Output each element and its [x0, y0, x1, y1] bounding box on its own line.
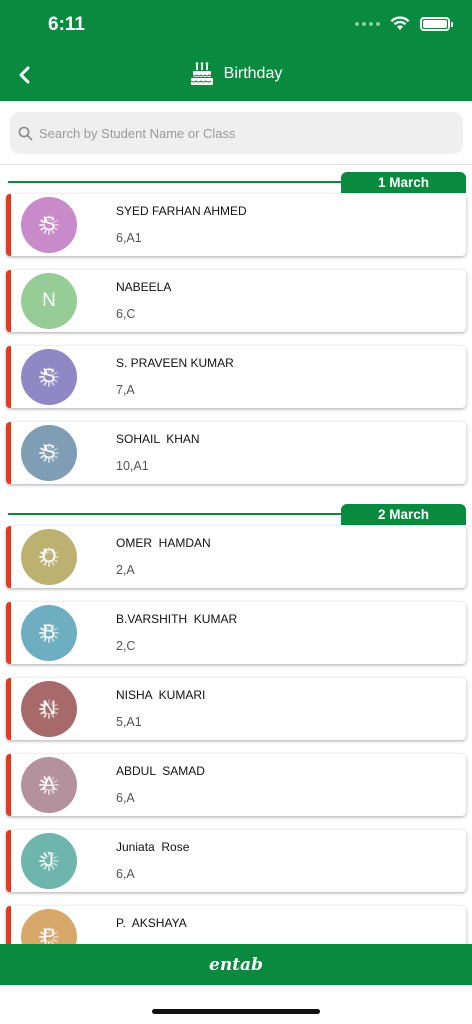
student-class: 10,A1 — [116, 459, 149, 473]
birthday-cake-icon — [190, 62, 213, 85]
student-class: 6,A — [116, 867, 135, 881]
student-card[interactable]: N NABEELA 6,C — [6, 270, 466, 332]
student-card[interactable]: P P. AKSHAYA 9,B — [6, 906, 466, 944]
student-name: OMER HAMDAN — [116, 536, 211, 550]
date-section-header: 2 March — [0, 498, 472, 526]
avatar-initial: S — [42, 366, 56, 387]
student-card[interactable]: B B.VARSHITH KUMAR 2,C — [6, 602, 466, 664]
student-name: S. PRAVEEN KUMAR — [116, 356, 234, 370]
student-card[interactable]: A ABDUL SAMAD 6,A — [6, 754, 466, 816]
student-name: SYED FARHAN AHMED — [116, 204, 247, 218]
footer-bar: entab — [0, 944, 472, 985]
student-card[interactable]: N NISHA KUMARI 5,A1 — [6, 678, 466, 740]
search-area — [0, 101, 472, 165]
entab-logo: entab — [209, 954, 263, 975]
cellular-signal-icon — [355, 21, 380, 26]
search-input[interactable] — [39, 125, 439, 141]
student-name: NABEELA — [116, 280, 172, 294]
page-title: Birthday — [223, 65, 283, 82]
student-class: 7,A — [116, 383, 135, 397]
avatar: A — [21, 757, 77, 813]
date-label: 2 March — [341, 504, 466, 525]
date-label: 1 March — [341, 172, 466, 193]
avatar-initial: N — [42, 290, 56, 311]
section-divider — [8, 181, 342, 183]
avatar: S — [21, 425, 77, 481]
avatar-initial: S — [42, 214, 56, 235]
battery-icon — [420, 16, 453, 31]
avatar: N — [21, 273, 77, 329]
avatar: P — [21, 909, 77, 944]
avatar: N — [21, 681, 77, 737]
student-card[interactable]: J Juniata Rose 6,A — [6, 830, 466, 892]
avatar: S — [21, 349, 77, 405]
student-name: SOHAIL KHAN — [116, 432, 200, 446]
avatar: O — [21, 529, 77, 585]
student-card[interactable]: S SYED FARHAN AHMED 6,A1 — [6, 194, 466, 256]
app-header: 6:11 Birthday — [0, 0, 472, 101]
avatar-initial: N — [42, 698, 56, 719]
avatar-initial: S — [42, 442, 56, 463]
student-class: 6,A — [116, 791, 135, 805]
avatar-initial: P — [42, 926, 56, 944]
date-section-header: 1 March — [0, 166, 472, 194]
birthday-list[interactable]: 1 March S SYED FARHAN AHMED 6,A1 N NABEE… — [0, 166, 472, 944]
section-divider — [8, 513, 342, 515]
student-class: 2,A — [116, 563, 135, 577]
avatar-initial: A — [42, 774, 56, 795]
student-class: 2,C — [116, 639, 136, 653]
student-name: B.VARSHITH KUMAR — [116, 612, 238, 626]
avatar-initial: J — [44, 850, 54, 871]
birthday-screen: 6:11 Birthday Search by Student Name or … — [0, 0, 472, 1024]
student-name: P. AKSHAYA — [116, 916, 187, 930]
student-class: 5,A1 — [116, 715, 142, 729]
student-card[interactable]: O OMER HAMDAN 2,A — [6, 526, 466, 588]
avatar: B — [21, 605, 77, 661]
home-indicator[interactable] — [152, 1009, 320, 1014]
student-name: ABDUL SAMAD — [116, 764, 205, 778]
search-icon — [18, 126, 33, 140]
wifi-icon — [390, 16, 410, 30]
student-card[interactable]: S S. PRAVEEN KUMAR 7,A — [6, 346, 466, 408]
search-bar[interactable] — [10, 112, 463, 154]
header-title-group: Birthday — [0, 62, 472, 86]
status-time: 6:11 — [48, 14, 85, 35]
student-class: 6,A1 — [116, 231, 142, 245]
student-name: NISHA KUMARI — [116, 688, 206, 702]
avatar: J — [21, 833, 77, 889]
avatar: S — [21, 197, 77, 253]
student-class: 6,C — [116, 307, 136, 321]
student-name: Juniata Rose — [116, 840, 190, 854]
avatar-initial: B — [42, 622, 56, 643]
student-card[interactable]: S SOHAIL KHAN 10,A1 — [6, 422, 466, 484]
status-icons — [355, 16, 453, 31]
avatar-initial: O — [41, 546, 57, 567]
